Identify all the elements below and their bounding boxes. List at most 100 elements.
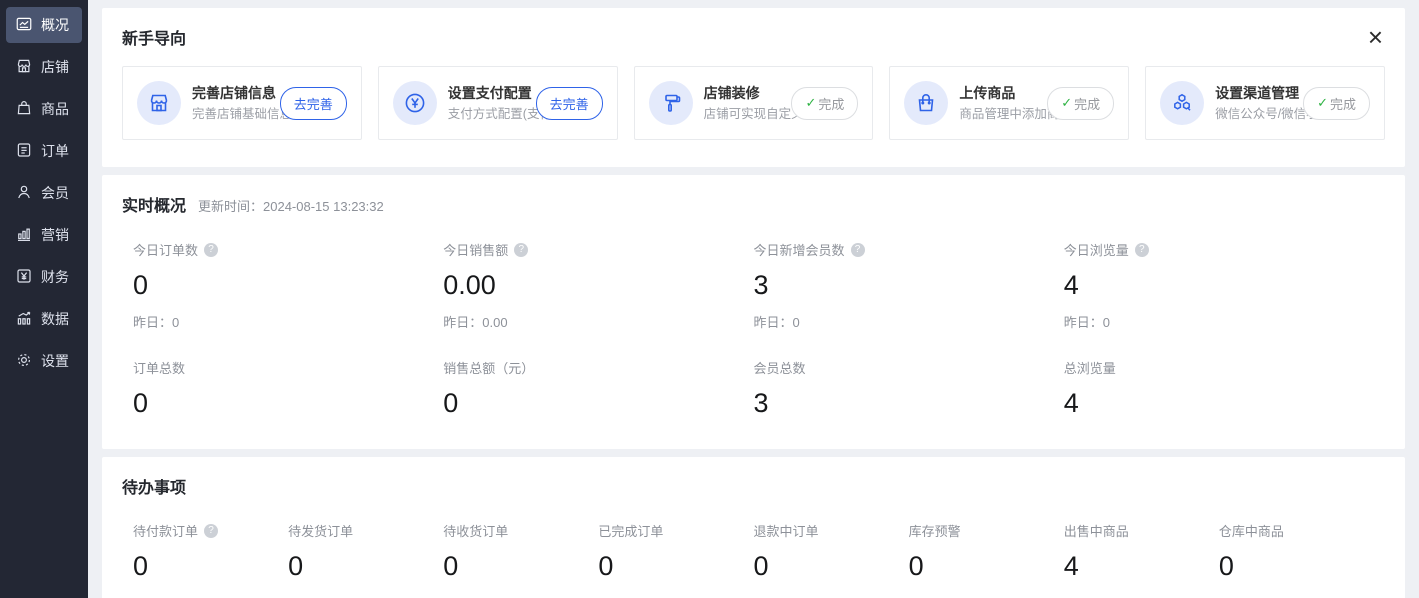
sidebar-item-goods[interactable]: 商品 (6, 91, 82, 127)
stat-value: 4 (1064, 388, 1374, 419)
guide-item-title: 完善店铺信息 (192, 85, 276, 101)
sidebar-item-label: 财务 (41, 267, 69, 287)
guide-item-channel-management: 设置渠道管理 微信公众号/微信小 ✓完成 (1145, 66, 1385, 140)
goods-bag-icon (15, 99, 33, 120)
stat-value: 0 (1219, 551, 1374, 582)
newbie-guide-title: 新手导向 (122, 25, 186, 49)
newbie-guide-card: 新手导向 × 完善店铺信息 完善店铺基础信息 去完善 设置支付配置 支付方式配置… (102, 8, 1405, 167)
stat-value: 0 (133, 270, 443, 301)
stat-yesterday: 昨日：0 (754, 312, 1064, 331)
stat-label: 已完成订单 (598, 521, 663, 540)
sidebar-item-label: 订单 (41, 141, 69, 161)
stat-label: 销售总额（元） (443, 358, 534, 377)
sidebar-item-orders[interactable]: 订单 (6, 133, 82, 169)
help-icon[interactable]: ? (1135, 243, 1149, 257)
help-icon[interactable]: ? (204, 243, 218, 257)
done-label: 完成 (1330, 94, 1356, 113)
close-icon[interactable]: × (1366, 27, 1385, 47)
members-person-icon (15, 183, 33, 204)
main-content: 新手导向 × 完善店铺信息 完善店铺基础信息 去完善 设置支付配置 支付方式配置… (88, 0, 1419, 598)
stat-label: 仓库中商品 (1219, 521, 1284, 540)
todo-stats-row: 待付款订单? 0 待发货订单 0 待收货订单 0 已完成订单 0 退款中订单 0… (122, 521, 1385, 582)
sidebar-item-data[interactable]: 数据 (6, 301, 82, 337)
stat-today-sales: 今日销售额? 0.00 昨日：0.00 (443, 240, 753, 331)
stat-yesterday: 昨日：0 (133, 312, 443, 331)
stat-label: 退款中订单 (754, 521, 819, 540)
stat-value: 0 (754, 551, 909, 582)
help-icon[interactable]: ? (514, 243, 528, 257)
stat-label: 今日订单数 (133, 240, 198, 259)
shopping-bag-icon (904, 81, 948, 125)
realtime-overview-card: 实时概况 更新时间：2024-08-15 13:23:32 今日订单数? 0 昨… (102, 175, 1405, 449)
sidebar-item-members[interactable]: 会员 (6, 175, 82, 211)
stat-value: 3 (754, 270, 1064, 301)
stat-today-views: 今日浏览量? 4 昨日：0 (1064, 240, 1374, 331)
guide-item-title: 店铺装修 (704, 85, 760, 101)
guide-item-subtitle: 完善店铺基础信息 (192, 107, 292, 121)
stat-value: 0 (288, 551, 443, 582)
stat-label: 库存预警 (909, 521, 961, 540)
stat-yesterday: 昨日：0.00 (443, 312, 753, 331)
sidebar-item-label: 设置 (41, 351, 69, 371)
todo-warehouse-goods: 仓库中商品 0 (1219, 521, 1374, 582)
check-icon: ✓ (1317, 95, 1328, 111)
marketing-bars-icon (15, 225, 33, 246)
go-complete-button[interactable]: 去完善 (280, 87, 347, 120)
todo-refunding-orders: 退款中订单 0 (754, 521, 909, 582)
go-complete-button[interactable]: 去完善 (536, 87, 603, 120)
stat-value: 0 (133, 551, 288, 582)
check-icon: ✓ (1061, 95, 1072, 111)
today-stats-row: 今日订单数? 0 昨日：0 今日销售额? 0.00 昨日：0.00 今日新增会员… (122, 240, 1385, 331)
todo-title: 待办事项 (122, 474, 1385, 498)
stat-label: 今日浏览量 (1064, 240, 1129, 259)
stat-total-members: 会员总数 3 (754, 358, 1064, 419)
yen-circle-icon (393, 81, 437, 125)
sidebar-item-marketing[interactable]: 营销 (6, 217, 82, 253)
sidebar-item-settings[interactable]: 设置 (6, 343, 82, 379)
done-button[interactable]: ✓完成 (791, 87, 858, 120)
stat-today-orders: 今日订单数? 0 昨日：0 (133, 240, 443, 331)
sidebar-item-label: 营销 (41, 225, 69, 245)
help-icon[interactable]: ? (851, 243, 865, 257)
todo-pending-receipt: 待收货订单 0 (443, 521, 598, 582)
updated-time: 更新时间：2024-08-15 13:23:32 (198, 196, 384, 215)
stat-value: 4 (1064, 270, 1374, 301)
storefront-icon (137, 81, 181, 125)
done-label: 完成 (818, 94, 844, 113)
orders-clipboard-icon (15, 141, 33, 162)
channels-hexagons-icon (1160, 81, 1204, 125)
guide-row: 完善店铺信息 完善店铺基础信息 去完善 设置支付配置 支付方式配置(支付 去完善… (122, 66, 1385, 140)
done-button[interactable]: ✓完成 (1303, 87, 1370, 120)
todo-card: 待办事项 待付款订单? 0 待发货订单 0 待收货订单 0 已完成订单 0 退款… (102, 457, 1405, 598)
stat-label: 待付款订单 (133, 521, 198, 540)
todo-on-sale-goods: 出售中商品 4 (1064, 521, 1219, 582)
todo-pending-shipment: 待发货订单 0 (288, 521, 443, 582)
check-icon: ✓ (805, 95, 816, 111)
todo-stock-warning: 库存预警 0 (909, 521, 1064, 582)
stat-label: 订单总数 (133, 358, 185, 377)
stat-label: 总浏览量 (1064, 358, 1116, 377)
stat-value: 0.00 (443, 270, 753, 301)
todo-completed-orders: 已完成订单 0 (598, 521, 753, 582)
stat-today-new-members: 今日新增会员数? 3 昨日：0 (754, 240, 1064, 331)
stat-value: 3 (754, 388, 1064, 419)
help-icon[interactable]: ? (204, 524, 218, 538)
stat-label: 出售中商品 (1064, 521, 1129, 540)
stat-value: 0 (598, 551, 753, 582)
sidebar-item-shop[interactable]: 店铺 (6, 49, 82, 85)
stat-label: 今日销售额 (443, 240, 508, 259)
realtime-overview-title: 实时概况 (122, 192, 186, 216)
guide-item-shop-info: 完善店铺信息 完善店铺基础信息 去完善 (122, 66, 362, 140)
sidebar-item-finance[interactable]: 财务 (6, 259, 82, 295)
stat-yesterday: 昨日：0 (1064, 312, 1374, 331)
sidebar: 概况 店铺 商品 订单 会员 营销 财务 数据 设置 (0, 0, 88, 598)
finance-yen-icon (15, 267, 33, 288)
sidebar-item-label: 会员 (41, 183, 69, 203)
todo-pending-payment: 待付款订单? 0 (133, 521, 288, 582)
done-label: 完成 (1074, 94, 1100, 113)
guide-item-title: 设置渠道管理 (1215, 85, 1299, 101)
done-button[interactable]: ✓完成 (1047, 87, 1114, 120)
sidebar-item-overview[interactable]: 概况 (6, 7, 82, 43)
guide-item-upload-goods: 上传商品 商品管理中添加商 ✓完成 (889, 66, 1129, 140)
stat-label: 待收货订单 (443, 521, 508, 540)
